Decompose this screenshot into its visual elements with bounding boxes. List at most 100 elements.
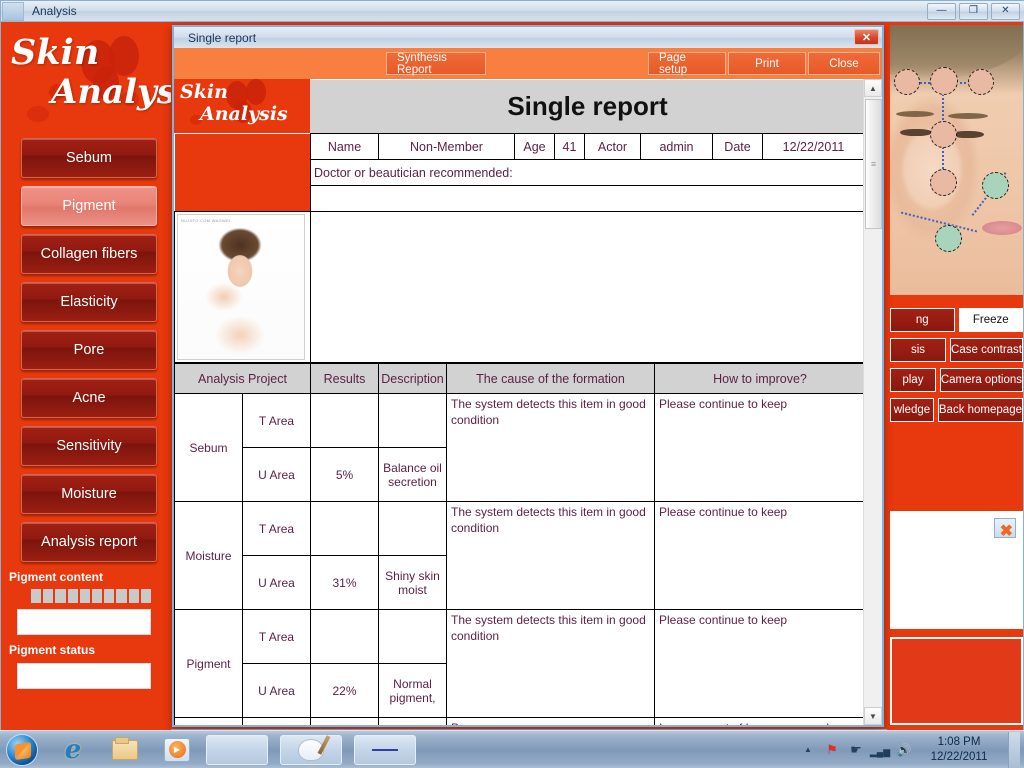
report-title: Single report [310, 79, 865, 133]
taskbar: e ▶ ▲ ⚑ ☛ ▂▄▆ 🔊 1:08 PM 12/22/2011 [0, 730, 1024, 768]
row-area-t: T Area [243, 394, 311, 448]
report-document: Skin Analysis Single report Name Non-Mem… [174, 79, 865, 725]
network-flag-error-icon[interactable]: ⚑ [824, 742, 840, 758]
volume-icon[interactable]: 🔊 [896, 742, 912, 758]
synthesis-report-button[interactable]: Synthesis Report [386, 52, 486, 75]
face-node-cheek-right[interactable] [982, 172, 1009, 199]
patient-photo-frame: NUJIIFO.COM WAGWEI [177, 214, 305, 360]
meta-value-actor: admin [641, 134, 713, 160]
scroll-down-icon[interactable]: ▼ [864, 707, 882, 725]
sidebar-item-pigment[interactable]: Pigment [21, 186, 157, 226]
page-setup-button[interactable]: Page setup [648, 52, 726, 75]
sidebar-item-moisture[interactable]: Moisture [21, 474, 157, 514]
app-title: Analysis [32, 4, 77, 18]
clock[interactable]: 1:08 PM 12/22/2011 [920, 735, 998, 764]
broken-image-x-icon: ✖ [1000, 524, 1013, 540]
doctor-recommend-input[interactable] [311, 186, 865, 212]
report-scrollbar[interactable]: ▲ ≡ ▼ [863, 79, 882, 725]
row-area-t: T Area [243, 718, 311, 726]
photo-row-blank [311, 212, 865, 363]
doctor-recommend-label: Doctor or beautician recommended: [311, 160, 865, 186]
network-signal-icon[interactable]: ▂▄▆ [872, 742, 888, 758]
analysis-header-row: Analysis Project Results Description The… [175, 364, 866, 394]
face-node-forehead-center[interactable] [930, 67, 958, 95]
face-node-forehead-left[interactable] [894, 69, 920, 95]
sidebar-menu: Sebum Pigment Collagen fibers Elasticity… [1, 132, 171, 562]
row-cause-moisture: The system detects this item in good con… [447, 502, 655, 610]
sidebar-item-acne[interactable]: Acne [21, 378, 157, 418]
meta-value-name: Non-Member [379, 134, 515, 160]
face-node-forehead-right[interactable] [968, 69, 994, 95]
taskbar-item-analysis[interactable] [206, 735, 268, 765]
show-desktop-button[interactable] [1008, 732, 1020, 768]
face-node-nose-tip[interactable] [930, 169, 957, 196]
face-node-nose-bridge[interactable] [930, 121, 957, 148]
close-button[interactable]: ✕ [991, 3, 1020, 20]
right-button-freeze[interactable]: Freeze [959, 308, 1024, 332]
right-button-analysis[interactable]: sis [890, 338, 946, 362]
patient-photo-cell: NUJIIFO.COM WAGWEI [175, 212, 311, 363]
meta-label-date: Date [713, 134, 763, 160]
sidebar-item-collagen-fibers[interactable]: Collagen fibers [21, 234, 157, 274]
app-system-menu-icon[interactable] [2, 2, 24, 21]
meta-row: Name Non-Member Age 41 Actor admin Date … [175, 134, 865, 160]
row-description-t [379, 718, 447, 726]
pigment-content-label: Pigment content [9, 570, 171, 584]
dialog-close-button[interactable]: ✕ [854, 29, 879, 45]
row-result-t [311, 394, 379, 448]
right-button-back-homepage[interactable]: Back homepage [938, 398, 1023, 422]
windows-explorer-icon[interactable] [108, 734, 142, 766]
meta-value-date: 12/22/2011 [763, 134, 865, 160]
print-button[interactable]: Print [728, 52, 806, 75]
right-button-camera-options[interactable]: Camera options [940, 368, 1023, 392]
row-improve-sebum: Please continue to keep [655, 394, 866, 502]
restore-button[interactable]: ❐ [959, 3, 988, 20]
right-button-play[interactable]: play [890, 368, 936, 392]
close-button-toolbar[interactable]: Close [808, 52, 880, 75]
right-button-knowledge[interactable]: wledge [890, 398, 934, 422]
col-description: Description [379, 364, 447, 394]
windows-media-player-icon[interactable]: ▶ [160, 734, 194, 766]
row-area-t: T Area [243, 502, 311, 556]
dialog-toolbar: Synthesis Report Page setup Print Close [174, 48, 882, 79]
sidebar-item-sebum[interactable]: Sebum [21, 138, 157, 178]
sidebar-item-analysis-report[interactable]: Analysis report [21, 522, 157, 562]
row-area-u: U Area [243, 664, 311, 718]
meta-value-age: 41 [555, 134, 585, 160]
single-report-dialog: Single report ✕ Synthesis Report Page se… [172, 25, 884, 727]
row-improve-moisture: Please continue to keep [655, 502, 866, 610]
wmp-glyph: ▶ [164, 738, 190, 762]
sidebar-item-pore[interactable]: Pore [21, 330, 157, 370]
row-area-u: U Area [243, 448, 311, 502]
show-hidden-icons-icon[interactable]: ▲ [800, 742, 816, 758]
start-button[interactable] [6, 734, 38, 766]
meta-label-actor: Actor [585, 134, 641, 160]
row-result-t [311, 610, 379, 664]
clock-date: 12/22/2011 [926, 750, 992, 764]
pigment-status-label: Pigment status [9, 643, 171, 657]
action-center-icon[interactable]: ☛ [848, 742, 864, 758]
taskbar-item-window[interactable] [354, 735, 416, 765]
minimize-button[interactable]: — [927, 3, 956, 20]
col-improve: How to improve? [655, 364, 866, 394]
right-button-tracking[interactable]: ng [890, 308, 955, 332]
scroll-up-icon[interactable]: ▲ [864, 79, 882, 97]
app-logo-line1: Skin [11, 32, 99, 73]
sidebar-item-sensitivity[interactable]: Sensitivity [21, 426, 157, 466]
face-analysis-preview [890, 25, 1023, 295]
scrollbar-thumb[interactable]: ≡ [865, 99, 882, 229]
row-project-pigment: Pigment [175, 610, 243, 718]
ie-glyph: e [65, 735, 82, 765]
pigment-status-value [17, 663, 151, 689]
row-result-u: 5% [311, 448, 379, 502]
pigment-content-value [17, 609, 151, 635]
taskbar-item-paint[interactable] [280, 735, 342, 765]
internet-explorer-icon[interactable]: e [56, 734, 90, 766]
right-button-case-contrast[interactable]: Case contrast [950, 338, 1023, 362]
sidebar-item-elasticity[interactable]: Elasticity [21, 282, 157, 322]
pigment-content-meter [31, 589, 151, 603]
photo-row: NUJIIFO.COM WAGWEI [175, 212, 865, 363]
dialog-titlebar[interactable]: Single report ✕ [174, 27, 882, 48]
face-node-chin[interactable] [935, 225, 962, 252]
report-logo-spacer [175, 134, 311, 212]
